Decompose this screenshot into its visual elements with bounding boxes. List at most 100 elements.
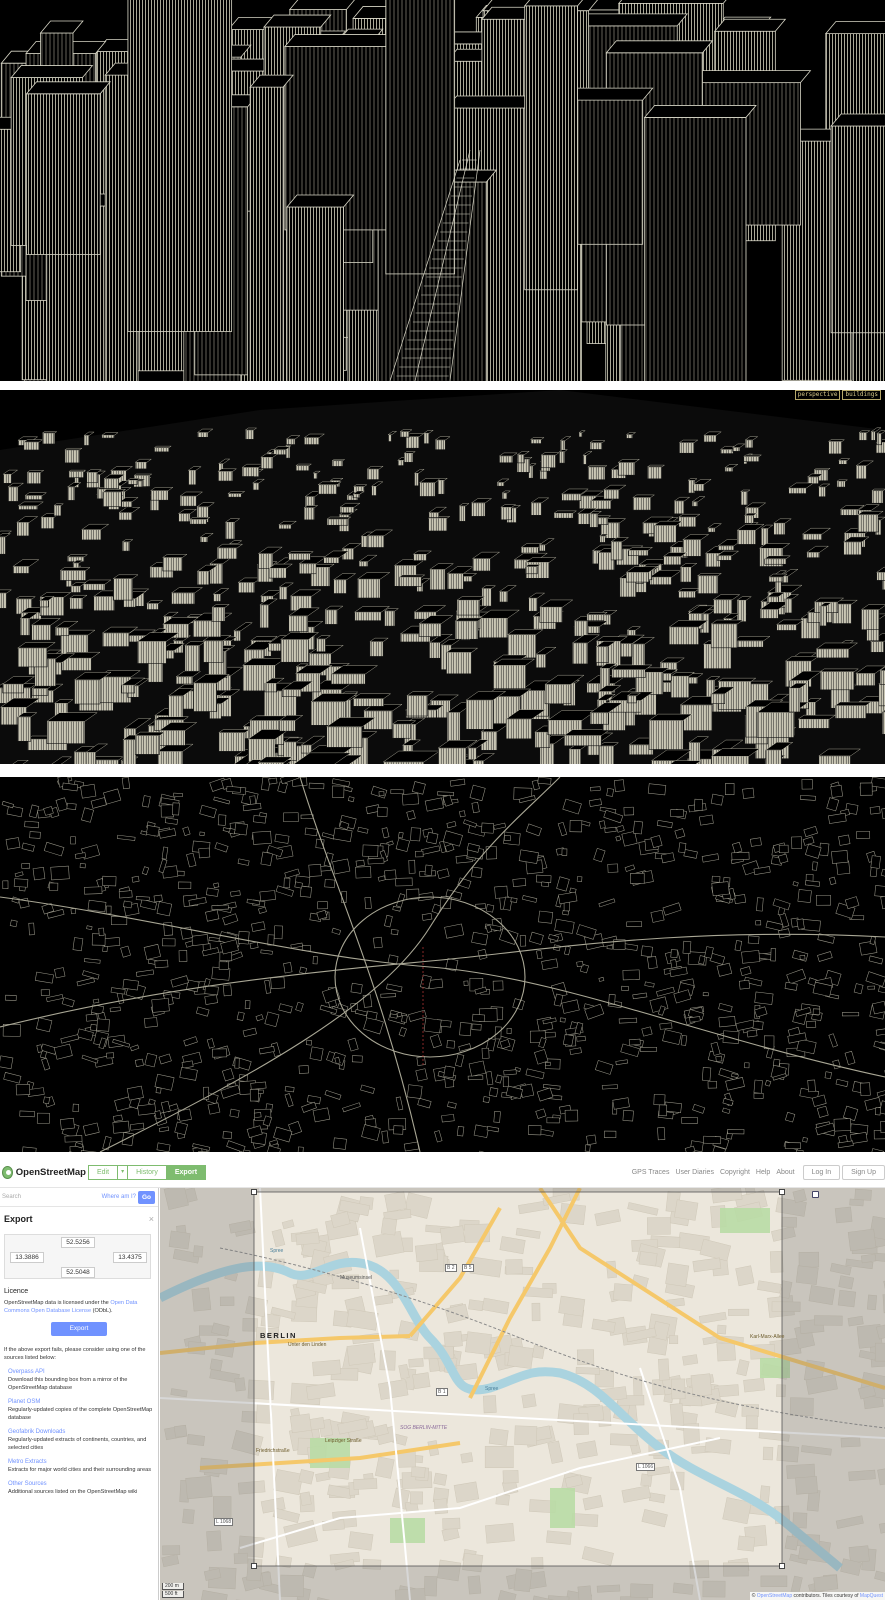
map-building bbox=[546, 1530, 572, 1545]
render-block-outline bbox=[154, 959, 169, 969]
nav-copyright[interactable]: Copyright bbox=[720, 1169, 750, 1176]
bbox-north-field[interactable]: 52.5256 bbox=[61, 1237, 95, 1248]
render-block-outline bbox=[478, 1150, 494, 1152]
render-block-outline bbox=[525, 823, 542, 837]
layers-control-icon[interactable] bbox=[812, 1191, 819, 1198]
history-button[interactable]: History bbox=[128, 1165, 167, 1180]
close-icon[interactable]: × bbox=[149, 1214, 154, 1224]
render-block-outline bbox=[85, 1013, 98, 1022]
attribution-mapquest-link[interactable]: MapQuest bbox=[860, 1593, 883, 1599]
render-block-outline bbox=[615, 1059, 629, 1066]
render-building-roof bbox=[813, 468, 831, 471]
render-building-face bbox=[317, 484, 338, 495]
bbox-handle-se[interactable] bbox=[779, 1563, 785, 1569]
export-tab-button[interactable]: Export bbox=[166, 1165, 207, 1180]
render-building-face bbox=[286, 438, 296, 445]
render-building-face bbox=[524, 5, 579, 291]
edit-button[interactable]: Edit bbox=[88, 1165, 119, 1180]
render-block-outline bbox=[684, 1145, 696, 1152]
render-block-outline bbox=[377, 875, 386, 882]
render-building-face bbox=[339, 506, 355, 514]
render-block-outline bbox=[703, 1135, 722, 1145]
nav-about[interactable]: About bbox=[776, 1169, 794, 1176]
render-block-outline bbox=[828, 812, 847, 824]
nav-user-diaries[interactable]: User Diaries bbox=[675, 1169, 714, 1176]
render-block-outline bbox=[164, 817, 178, 825]
render-building-face bbox=[507, 634, 537, 659]
render-building-roof bbox=[15, 596, 36, 600]
bbox-south-field[interactable]: 52.5048 bbox=[61, 1267, 95, 1278]
render-block-outline bbox=[84, 886, 103, 895]
map-building bbox=[647, 1217, 671, 1235]
render-block-outline bbox=[725, 783, 735, 795]
render-block-outline bbox=[763, 1035, 775, 1050]
render-block-outline bbox=[528, 1125, 542, 1136]
nav-gps-traces[interactable]: GPS Traces bbox=[632, 1169, 670, 1176]
map-view[interactable]: BERLIN Unter den Linden Karl-Marx-Allee … bbox=[160, 1188, 885, 1600]
render-block-outline bbox=[40, 989, 50, 996]
source-link-geofabrik[interactable]: Geofabrik Downloads bbox=[8, 1428, 154, 1436]
map-building bbox=[384, 1191, 408, 1213]
bbox-west-field[interactable]: 13.3886 bbox=[10, 1252, 44, 1263]
render-block-outline bbox=[694, 798, 703, 811]
render-building-face bbox=[216, 547, 238, 560]
render-block-outline bbox=[199, 831, 205, 836]
map-building bbox=[657, 1358, 670, 1381]
map-building bbox=[374, 1456, 395, 1479]
export-button[interactable]: Export bbox=[51, 1322, 107, 1336]
render-building-face bbox=[324, 609, 338, 625]
render-block-outline bbox=[420, 845, 441, 855]
render-building-face bbox=[69, 597, 83, 610]
edit-dropdown-caret-icon[interactable]: ▾ bbox=[118, 1165, 129, 1180]
sign-up-button[interactable]: Sign Up bbox=[842, 1165, 885, 1180]
render-building-face bbox=[855, 465, 867, 480]
map-building bbox=[346, 1342, 376, 1366]
log-in-button[interactable]: Log In bbox=[802, 1165, 841, 1180]
render-block-outline bbox=[13, 878, 29, 888]
render-block-outline bbox=[36, 1044, 43, 1053]
render-block-outline bbox=[244, 1000, 251, 1010]
render-building-roof bbox=[540, 452, 560, 456]
source-link-other[interactable]: Other Sources bbox=[8, 1480, 154, 1488]
render-block-outline bbox=[503, 1069, 517, 1076]
bbox-handle-sw[interactable] bbox=[251, 1563, 257, 1569]
where-am-i-link[interactable]: Where am I? bbox=[102, 1194, 136, 1200]
render-building-roof bbox=[827, 439, 846, 442]
render-block-outline bbox=[309, 1046, 324, 1061]
attribution-osm-link[interactable]: OpenStreetMap bbox=[757, 1593, 792, 1599]
render-block-outline bbox=[260, 949, 273, 955]
render-block-outline bbox=[251, 921, 266, 932]
render-building-face bbox=[855, 673, 876, 686]
bbox-east-field[interactable]: 13.4375 bbox=[113, 1252, 147, 1263]
osm-logo[interactable]: OpenStreetMap bbox=[2, 1166, 86, 1179]
source-link-metro-extracts[interactable]: Metro Extracts bbox=[8, 1458, 154, 1466]
render-block-outline bbox=[534, 1049, 549, 1065]
render-block-outline bbox=[9, 919, 18, 928]
render-block-outline bbox=[14, 871, 24, 878]
render-building-face bbox=[42, 432, 56, 445]
source-link-overpass[interactable]: Overpass API bbox=[8, 1368, 154, 1376]
render-block-outline bbox=[79, 1150, 97, 1152]
render-block-outline bbox=[472, 1013, 485, 1022]
render-block-outline bbox=[331, 927, 342, 935]
map-building bbox=[674, 1199, 699, 1221]
search-input[interactable]: Search Where am I? bbox=[0, 1191, 138, 1204]
render-block-outline bbox=[880, 868, 885, 878]
render-block-outline bbox=[61, 997, 75, 1008]
render-block-outline bbox=[632, 820, 643, 835]
bbox-handle-ne[interactable] bbox=[779, 1189, 785, 1195]
render-block-outline bbox=[306, 1039, 313, 1046]
source-link-planet[interactable]: Planet OSM bbox=[8, 1398, 154, 1406]
render-building-face bbox=[879, 670, 885, 685]
bbox-handle-nw[interactable] bbox=[251, 1189, 257, 1195]
attribution-post: contributors. Tiles courtesy of bbox=[792, 1593, 860, 1599]
render-block-outline bbox=[377, 807, 388, 817]
render-block-outline bbox=[725, 1077, 745, 1091]
render-block-outline bbox=[249, 941, 259, 950]
search-go-button[interactable]: Go bbox=[138, 1190, 155, 1204]
render-block-outline bbox=[6, 805, 24, 818]
nav-help[interactable]: Help bbox=[756, 1169, 770, 1176]
render-block-outline bbox=[135, 895, 150, 901]
render-block-outline bbox=[673, 989, 692, 1004]
render-block-outline bbox=[347, 796, 355, 803]
